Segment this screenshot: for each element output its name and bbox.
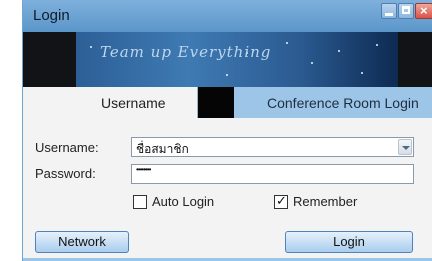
login-window: Login × Team up Everything Username Conf… — [22, 0, 432, 261]
close-button[interactable]: × — [415, 3, 432, 19]
login-form: Username: ชื่อสมาชิก Password: •••••••• … — [23, 118, 432, 261]
tab-conference-room-login-label: Conference Room Login — [267, 95, 419, 111]
login-button[interactable]: Login — [285, 231, 413, 253]
password-field[interactable]: •••••••• — [131, 164, 414, 184]
network-button[interactable]: Network — [35, 231, 129, 253]
auto-login-label: Auto Login — [152, 194, 215, 209]
tab-username[interactable]: Username — [23, 87, 198, 118]
password-label: Password: — [35, 166, 96, 181]
tab-divider — [198, 87, 234, 118]
remember-checkbox[interactable]: ✓ — [274, 193, 288, 209]
tab-strip: Username Conference Room Login — [23, 87, 432, 118]
title-bar[interactable]: Login × — [23, 0, 432, 32]
password-value: •••••••• — [136, 165, 151, 174]
window-title: Login — [33, 7, 70, 24]
banner-image: Team up Everything — [76, 32, 398, 87]
check-icon: ✓ — [276, 193, 287, 208]
close-icon: × — [420, 3, 428, 18]
banner-slogan: Team up Everything — [100, 43, 272, 61]
remember-label: Remember — [293, 194, 358, 209]
chevron-down-icon[interactable] — [398, 139, 412, 155]
username-dropdown[interactable]: ชื่อสมาชิก — [131, 137, 414, 157]
auto-login-checkbox[interactable] — [133, 195, 147, 209]
minimize-button[interactable] — [381, 3, 397, 19]
maximize-button[interactable] — [398, 3, 414, 19]
banner: Team up Everything — [23, 32, 432, 87]
username-label: Username: — [35, 140, 99, 155]
username-value: ชื่อสมาชิก — [136, 142, 189, 156]
tab-conference-room-login[interactable]: Conference Room Login — [234, 87, 432, 118]
tab-username-label: Username — [101, 95, 166, 111]
